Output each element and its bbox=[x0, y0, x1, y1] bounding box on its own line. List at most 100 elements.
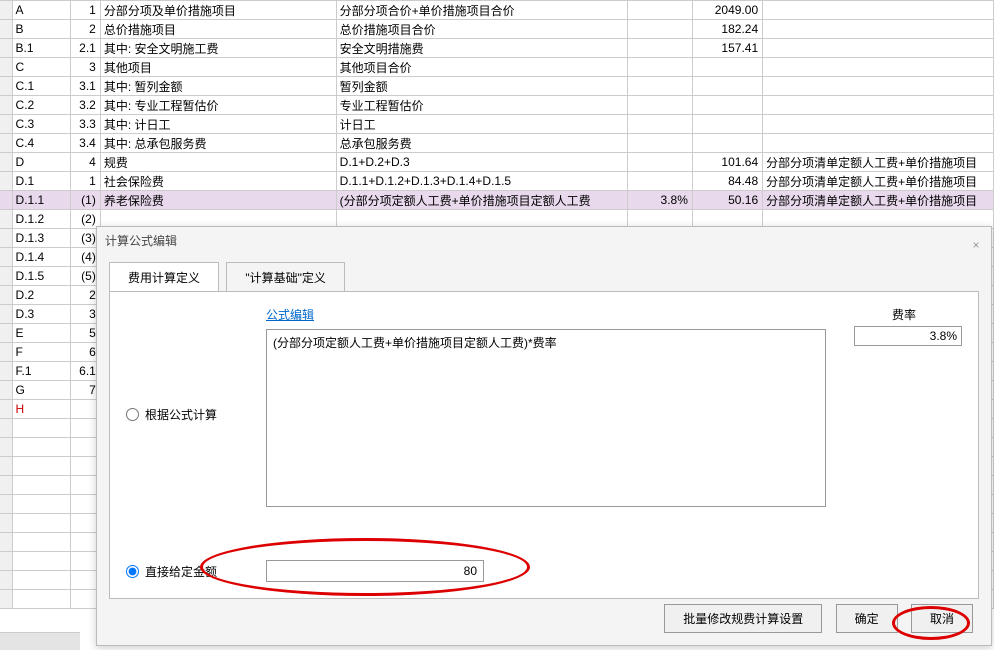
cell-note[interactable] bbox=[763, 20, 994, 39]
cell-id[interactable]: C bbox=[12, 58, 70, 77]
cell-pct[interactable] bbox=[627, 172, 692, 191]
cell-name[interactable]: 其中: 计日工 bbox=[100, 115, 336, 134]
row-header[interactable] bbox=[0, 77, 12, 96]
close-icon[interactable]: × bbox=[967, 231, 985, 249]
cell-name[interactable]: 其中: 专业工程暂估价 bbox=[100, 96, 336, 115]
cell-note[interactable] bbox=[763, 1, 994, 20]
row-header[interactable] bbox=[0, 58, 12, 77]
radio-by-formula-label[interactable]: 根据公式计算 bbox=[126, 406, 266, 423]
cell-name[interactable]: 其他项目 bbox=[100, 58, 336, 77]
cell-num[interactable]: 2.1 bbox=[70, 39, 100, 58]
cell-note[interactable] bbox=[763, 77, 994, 96]
row-header[interactable] bbox=[0, 267, 12, 286]
tab-basis-definition[interactable]: "计算基础"定义 bbox=[226, 262, 345, 292]
cell-desc[interactable]: D.1+D.2+D.3 bbox=[336, 153, 627, 172]
cell-id[interactable]: D.1.1 bbox=[12, 191, 70, 210]
cell-name[interactable]: 总价措施项目 bbox=[100, 20, 336, 39]
cell-num[interactable]: 3.4 bbox=[70, 134, 100, 153]
row-header[interactable] bbox=[0, 229, 12, 248]
cell-num[interactable]: 2 bbox=[70, 20, 100, 39]
cell-pct[interactable] bbox=[627, 77, 692, 96]
cell-num[interactable]: 3.2 bbox=[70, 96, 100, 115]
cell-amt[interactable]: 182.24 bbox=[692, 20, 762, 39]
cell-pct[interactable] bbox=[627, 58, 692, 77]
cell-id[interactable]: H bbox=[12, 400, 70, 419]
cell-num[interactable]: 1 bbox=[70, 172, 100, 191]
cell-desc[interactable]: 总承包服务费 bbox=[336, 134, 627, 153]
row-header[interactable] bbox=[0, 96, 12, 115]
cell-id[interactable]: E bbox=[12, 324, 70, 343]
cell-note[interactable]: 分部分项清单定额人工费+单价措施项目 bbox=[763, 191, 994, 210]
cell-note[interactable] bbox=[763, 115, 994, 134]
cell-note[interactable] bbox=[763, 134, 994, 153]
cell-note[interactable] bbox=[763, 39, 994, 58]
cell-name[interactable]: 养老保险费 bbox=[100, 191, 336, 210]
cell-note[interactable]: 分部分项清单定额人工费+单价措施项目 bbox=[763, 172, 994, 191]
table-row[interactable]: C.23.2其中: 专业工程暂估价专业工程暂估价 bbox=[0, 96, 994, 115]
row-header[interactable] bbox=[0, 381, 12, 400]
cell-amt[interactable] bbox=[692, 134, 762, 153]
cell-pct[interactable] bbox=[627, 134, 692, 153]
cell-amt[interactable] bbox=[692, 77, 762, 96]
table-row[interactable]: D.11社会保险费D.1.1+D.1.2+D.1.3+D.1.4+D.1.5 84… bbox=[0, 172, 994, 191]
cell-pct[interactable] bbox=[627, 96, 692, 115]
formula-edit-link[interactable]: 公式编辑 bbox=[266, 306, 314, 323]
cell-num[interactable]: (1) bbox=[70, 191, 100, 210]
table-row[interactable]: D4规费D.1+D.2+D.3101.64分部分项清单定额人工费+单价措施项目 bbox=[0, 153, 994, 172]
cell-name[interactable]: 分部分项及单价措施项目 bbox=[100, 1, 336, 20]
cell-pct[interactable]: 3.8% bbox=[627, 191, 692, 210]
cancel-button[interactable]: 取消 bbox=[911, 604, 973, 633]
cell-id[interactable]: C.2 bbox=[12, 96, 70, 115]
cell-amt[interactable] bbox=[692, 96, 762, 115]
cell-pct[interactable] bbox=[627, 115, 692, 134]
row-header[interactable] bbox=[0, 134, 12, 153]
row-header[interactable] bbox=[0, 362, 12, 381]
cell-id[interactable]: D.2 bbox=[12, 286, 70, 305]
cell-num[interactable]: 3.1 bbox=[70, 77, 100, 96]
cell-num[interactable]: 1 bbox=[70, 1, 100, 20]
batch-modify-button[interactable]: 批量修改规费计算设置 bbox=[664, 604, 822, 633]
row-header[interactable] bbox=[0, 39, 12, 58]
cell-num[interactable]: 3.3 bbox=[70, 115, 100, 134]
row-header[interactable] bbox=[0, 286, 12, 305]
cell-note[interactable] bbox=[763, 96, 994, 115]
row-header[interactable] bbox=[0, 305, 12, 324]
cell-id[interactable]: D bbox=[12, 153, 70, 172]
cell-amt[interactable]: 84.48 bbox=[692, 172, 762, 191]
cell-id[interactable]: D.1.3 bbox=[12, 229, 70, 248]
cell-name[interactable]: 其中: 安全文明施工费 bbox=[100, 39, 336, 58]
cell-id[interactable]: D.1 bbox=[12, 172, 70, 191]
radio-direct-amount-label[interactable]: 直接给定金额 bbox=[126, 563, 266, 580]
direct-amount-input[interactable] bbox=[266, 560, 484, 582]
table-row[interactable]: B.12.1其中: 安全文明施工费安全文明措施费157.41 bbox=[0, 39, 994, 58]
cell-id[interactable]: F.1 bbox=[12, 362, 70, 381]
ok-button[interactable]: 确定 bbox=[836, 604, 898, 633]
table-row[interactable]: A1分部分项及单价措施项目分部分项合价+单价措施项目合价2049.00 bbox=[0, 1, 994, 20]
row-header[interactable] bbox=[0, 115, 12, 134]
cell-id[interactable]: D.3 bbox=[12, 305, 70, 324]
cell-name[interactable]: 社会保险费 bbox=[100, 172, 336, 191]
cell-id[interactable]: A bbox=[12, 1, 70, 20]
cell-num[interactable]: 4 bbox=[70, 153, 100, 172]
cell-name[interactable]: 其中: 总承包服务费 bbox=[100, 134, 336, 153]
row-header[interactable] bbox=[0, 191, 12, 210]
cell-amt[interactable] bbox=[692, 58, 762, 77]
row-header[interactable] bbox=[0, 172, 12, 191]
cell-desc[interactable]: D.1.1+D.1.2+D.1.3+D.1.4+D.1.5 bbox=[336, 172, 627, 191]
radio-by-formula[interactable] bbox=[126, 408, 139, 421]
dialog-title-bar[interactable]: 计算公式编辑 × bbox=[97, 227, 991, 255]
cell-pct[interactable] bbox=[627, 1, 692, 20]
cell-id[interactable]: D.1.5 bbox=[12, 267, 70, 286]
cell-name[interactable]: 规费 bbox=[100, 153, 336, 172]
row-header[interactable] bbox=[0, 153, 12, 172]
cell-id[interactable]: G bbox=[12, 381, 70, 400]
table-row[interactable]: B2总价措施项目总价措施项目合价182.24 bbox=[0, 20, 994, 39]
cell-amt[interactable]: 101.64 bbox=[692, 153, 762, 172]
cell-amt[interactable] bbox=[692, 115, 762, 134]
cell-desc[interactable]: 暂列金额 bbox=[336, 77, 627, 96]
cell-desc[interactable]: 专业工程暂估价 bbox=[336, 96, 627, 115]
cell-pct[interactable] bbox=[627, 39, 692, 58]
cell-amt[interactable]: 50.16 bbox=[692, 191, 762, 210]
cell-pct[interactable] bbox=[627, 20, 692, 39]
cell-id[interactable]: D.1.4 bbox=[12, 248, 70, 267]
